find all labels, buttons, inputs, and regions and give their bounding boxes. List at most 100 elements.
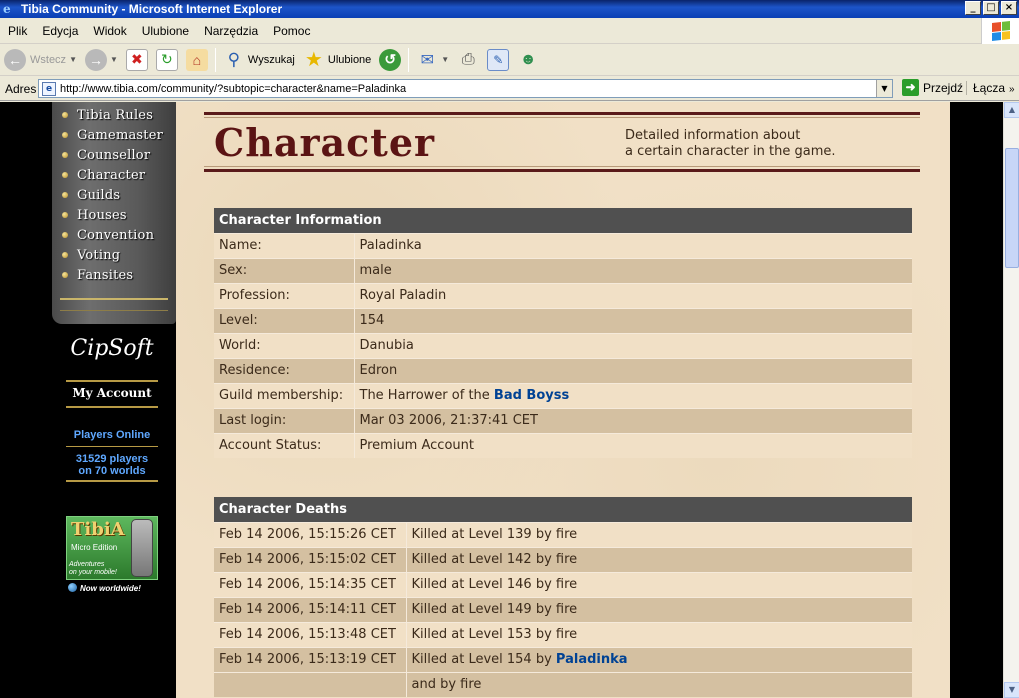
info-value: Mar 03 2006, 21:37:41 CET (354, 407, 912, 433)
nav-item-houses[interactable]: Houses (62, 206, 127, 224)
print-button[interactable]: ⎙ (453, 46, 483, 74)
go-arrow-icon: ➜ (902, 79, 919, 96)
home-icon: ⌂ (185, 48, 208, 71)
header-rule-bottom (204, 169, 920, 172)
death-date: Feb 14 2006, 15:13:19 CET (214, 646, 407, 672)
stop-button[interactable]: ✖ (122, 46, 152, 74)
mail-dropdown-icon[interactable]: ▼ (441, 55, 449, 64)
death-date: Feb 14 2006, 15:14:11 CET (214, 596, 407, 622)
close-button[interactable]: × (1001, 1, 1017, 15)
bullet-icon (62, 112, 68, 118)
killer-link[interactable]: Paladinka (556, 652, 628, 667)
address-bar: Adres e ▼ ➜ Przejdź Łącza» (0, 77, 1019, 101)
window-titlebar: e Tibia Community - Microsoft Internet E… (0, 0, 1019, 18)
back-dropdown-icon[interactable]: ▼ (69, 55, 77, 64)
character-deaths-table: Character Deaths Feb 14 2006, 15:15:26 C… (214, 497, 912, 697)
url-input[interactable] (60, 82, 870, 95)
nav-item-convention[interactable]: Convention (62, 226, 154, 244)
death-text: Killed at Level 153 by fire (406, 621, 912, 647)
back-button[interactable]: ← Wstecz ▼ (0, 46, 81, 74)
nav-item-character[interactable]: Character (62, 166, 145, 184)
nav-item-label: Gamemaster (77, 127, 164, 143)
tibiame-subtitle: Micro Edition (71, 543, 118, 552)
maximize-button[interactable]: □ (983, 1, 999, 15)
page-description-line: a certain character in the game. (625, 144, 836, 159)
nav-item-label: Houses (77, 207, 127, 223)
scroll-down-icon[interactable]: ▼ (1004, 682, 1019, 698)
menu-help[interactable]: Pomoc (265, 24, 317, 38)
menu-favorites[interactable]: Ulubione (134, 24, 196, 38)
now-worldwide-label: Now worldwide! (68, 583, 141, 593)
nav-item-guilds[interactable]: Guilds (62, 186, 120, 204)
nav-item-label: Convention (77, 227, 155, 243)
community-menu: Tibia Rules Gamemaster Counsellor Charac… (52, 102, 176, 324)
bullet-icon (62, 152, 68, 158)
nav-item-fansites[interactable]: Fansites (62, 266, 133, 284)
nav-item-label: Counsellor (77, 147, 151, 163)
my-account-link[interactable]: My Account (66, 386, 158, 400)
players-online-link[interactable]: Players Online (62, 429, 162, 441)
table-row: Feb 14 2006, 15:14:11 CET Killed at Level… (214, 596, 912, 622)
table-row: World: Danubia (214, 332, 912, 358)
info-label: Profession: (214, 282, 355, 308)
bullet-icon (62, 192, 68, 198)
home-button[interactable]: ⌂ (182, 46, 212, 74)
death-text: and by fire (406, 671, 912, 697)
info-value: Edron (354, 357, 912, 383)
death-date: Feb 14 2006, 15:15:02 CET (214, 546, 407, 572)
address-field[interactable]: e ▼ (38, 79, 893, 98)
menu-edit[interactable]: Edycja (34, 24, 85, 38)
history-button[interactable]: ↺ (375, 46, 405, 74)
nav-item-label: Fansites (77, 267, 134, 283)
address-dropdown-icon[interactable]: ▼ (876, 80, 892, 97)
menu-bar: Plik Edycja Widok Ulubione Narzędzia Pom… (0, 18, 1019, 44)
forward-arrow-icon: → (84, 48, 107, 71)
favorites-button[interactable]: ★ Ulubione (299, 46, 375, 74)
bullet-icon (62, 172, 68, 178)
forward-dropdown-icon[interactable]: ▼ (110, 55, 118, 64)
minimize-button[interactable]: _ (965, 1, 981, 15)
info-label: Level: (214, 307, 355, 333)
messenger-button[interactable]: ☻ (513, 46, 543, 74)
go-button[interactable]: ➜ Przejdź (902, 79, 963, 96)
edit-button[interactable]: ✎ (483, 46, 513, 74)
tibiame-banner[interactable]: TibiA Micro Edition Adventures on your m… (66, 516, 158, 580)
links-button[interactable]: Łącza» (966, 81, 1015, 95)
vertical-scrollbar[interactable]: ▲ ▼ (1003, 102, 1019, 698)
nav-item-label: Character (77, 167, 146, 183)
page-icon: e (42, 81, 56, 96)
info-label: Sex: (214, 257, 355, 283)
mobile-phone-icon (131, 519, 153, 577)
death-text: Killed at Level 142 by fire (406, 546, 912, 572)
menu-divider (60, 310, 168, 311)
scrollbar-thumb[interactable] (1005, 148, 1019, 268)
info-value: male (354, 257, 912, 283)
info-value: Premium Account (354, 432, 912, 458)
cipsoft-logo[interactable]: CipSoft (62, 336, 162, 361)
refresh-button[interactable]: ↻ (152, 46, 182, 74)
death-text: Killed at Level 139 by fire (406, 521, 912, 547)
info-value: Danubia (354, 332, 912, 358)
mail-button[interactable]: ✉ ▼ (412, 46, 453, 74)
go-label: Przejdź (923, 80, 964, 95)
table-row: Feb 14 2006, 15:15:02 CET Killed at Level… (214, 546, 912, 572)
nav-item-voting[interactable]: Voting (62, 246, 120, 264)
nav-item-tibia-rules[interactable]: Tibia Rules (62, 106, 153, 124)
scroll-up-icon[interactable]: ▲ (1004, 102, 1019, 118)
search-button[interactable]: ⚲ Wyszukaj (219, 46, 299, 74)
menu-file[interactable]: Plik (0, 24, 34, 38)
table-row: Last login: Mar 03 2006, 21:37:41 CET (214, 407, 912, 433)
nav-item-label: Voting (77, 247, 121, 263)
right-border (950, 102, 1003, 698)
back-arrow-icon: ← (4, 48, 26, 71)
page-title: Character (214, 120, 436, 165)
chevron-right-icon: » (1009, 84, 1015, 95)
nav-item-counsellor[interactable]: Counsellor (62, 146, 150, 164)
forward-button[interactable]: → ▼ (81, 46, 122, 74)
menu-tools[interactable]: Narzędzia (196, 24, 265, 38)
bullet-icon (62, 132, 68, 138)
nav-item-gamemaster[interactable]: Gamemaster (62, 126, 163, 144)
menu-view[interactable]: Widok (85, 24, 133, 38)
back-label: Wstecz (30, 53, 67, 66)
guild-link[interactable]: Bad Boyss (494, 388, 569, 403)
